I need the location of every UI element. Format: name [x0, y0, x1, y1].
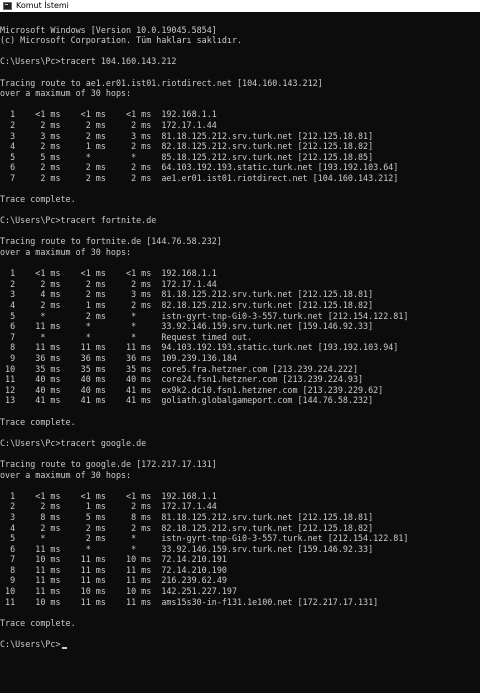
- console-line: 6 11 ms * * 33.92.146.159.srv.turk.net […: [0, 321, 374, 332]
- console-line: 12 40 ms 40 ms 41 ms ex9k2.dc10.fsn1.het…: [0, 384, 384, 395]
- console-line: 10 11 ms 10 ms 10 ms 142.251.227.197: [0, 586, 237, 597]
- console-line: 2 2 ms 2 ms 2 ms 172.17.1.44: [0, 119, 217, 130]
- console-line: 9 36 ms 36 ms 36 ms 109.239.136.184: [0, 353, 237, 363]
- console-line: 11 40 ms 40 ms 40 ms core24.fsn1.hetzner…: [0, 374, 364, 385]
- prompt-line[interactable]: C:\Users\Pc>: [0, 639, 480, 650]
- console-line: 3 8 ms 5 ms 8 ms 81.18.125.212.srv.turk.…: [0, 511, 374, 522]
- console-line: 8 11 ms 11 ms 11 ms 72.14.210.190: [0, 564, 227, 575]
- console-line: Trace complete.: [0, 617, 76, 628]
- console-line: over a maximum of 30 hops:: [0, 247, 132, 258]
- window-title: Komut İstemi: [16, 1, 69, 10]
- console-line: 5 * 2 ms * istn-gyrt-tnp-Gi0-3-557.turk.…: [0, 310, 409, 321]
- console-line: C:\Users\Pc>tracert 104.160.143.212: [0, 56, 177, 67]
- console-line: 5 * 2 ms * istn-gyrt-tnp-Gi0-3-557.turk.…: [0, 533, 409, 544]
- console-line: 4 2 ms 1 ms 2 ms 82.18.125.212.srv.turk.…: [0, 300, 374, 311]
- console-line: Trace complete.: [0, 194, 76, 205]
- console-line: 4 2 ms 1 ms 2 ms 82.18.125.212.srv.turk.…: [0, 141, 374, 152]
- console-line: 1 <1 ms <1 ms <1 ms 192.168.1.1: [0, 109, 217, 120]
- console-line: 3 4 ms 2 ms 3 ms 81.18.125.212.srv.turk.…: [0, 289, 374, 300]
- console-icon: [3, 2, 12, 10]
- console-line: Tracing route to google.de [172.217.17.1…: [0, 458, 217, 469]
- console-line: 7 2 ms 2 ms 2 ms ae1.er01.ist01.riotdire…: [0, 172, 399, 183]
- title-bar[interactable]: Komut İstemi: [0, 0, 480, 12]
- console-line: 7 10 ms 11 ms 10 ms 72.14.210.191: [0, 554, 227, 565]
- console-line: 2 2 ms 1 ms 2 ms 172.17.1.44: [0, 501, 217, 512]
- console-line: 9 11 ms 11 ms 11 ms 216.239.62.49: [0, 575, 227, 586]
- console-line: Tracing route to ae1.er01.ist01.riotdire…: [0, 77, 323, 88]
- command-prompt: C:\Users\Pc>: [0, 639, 61, 650]
- console-output[interactable]: Microsoft Windows [Version 10.0.19045.58…: [0, 14, 480, 693]
- console-line: 1 <1 ms <1 ms <1 ms 192.168.1.1: [0, 490, 217, 501]
- console-line: 3 3 ms 2 ms 3 ms 81.18.125.212.srv.turk.…: [0, 130, 374, 141]
- console-line: 6 2 ms 2 ms 2 ms 64.103.192.193.static.t…: [0, 162, 399, 173]
- console-line: 5 5 ms * * 85.18.125.212.srv.turk.net [2…: [0, 151, 374, 162]
- console-line: C:\Users\Pc>tracert google.de: [0, 437, 147, 448]
- console-line: 11 10 ms 11 ms 11 ms ams15s30-in-f131.1e…: [0, 596, 379, 607]
- console-line: 1 <1 ms <1 ms <1 ms 192.168.1.1: [0, 268, 217, 279]
- console-line: over a maximum of 30 hops:: [0, 469, 132, 480]
- console-line: 2 2 ms 2 ms 2 ms 172.17.1.44: [0, 278, 217, 289]
- console-line: 4 2 ms 2 ms 2 ms 82.18.125.212.srv.turk.…: [0, 522, 374, 533]
- console-line: 6 11 ms * * 33.92.146.159.srv.turk.net […: [0, 543, 374, 554]
- console-line: Tracing route to fortnite.de [144.76.58.…: [0, 236, 222, 247]
- console-line: (c) Microsoft Corporation. Tüm hakları s…: [0, 35, 243, 46]
- console-line: over a maximum of 30 hops:: [0, 88, 132, 99]
- console-line: Microsoft Windows [Version 10.0.19045.58…: [0, 24, 217, 35]
- console-line: C:\Users\Pc>tracert fortnite.de: [0, 215, 157, 226]
- console-line: Trace complete.: [0, 416, 76, 427]
- console-line: 7 * * * Request timed out.: [0, 331, 253, 342]
- console-line: 13 41 ms 41 ms 41 ms goliath.globalgamep…: [0, 395, 374, 406]
- console-line: 8 11 ms 11 ms 11 ms 94.103.192.193.stati…: [0, 342, 399, 353]
- console-line: 10 35 ms 35 ms 35 ms core5.fra.hetzner.c…: [0, 363, 358, 374]
- text-cursor: [61, 647, 67, 650]
